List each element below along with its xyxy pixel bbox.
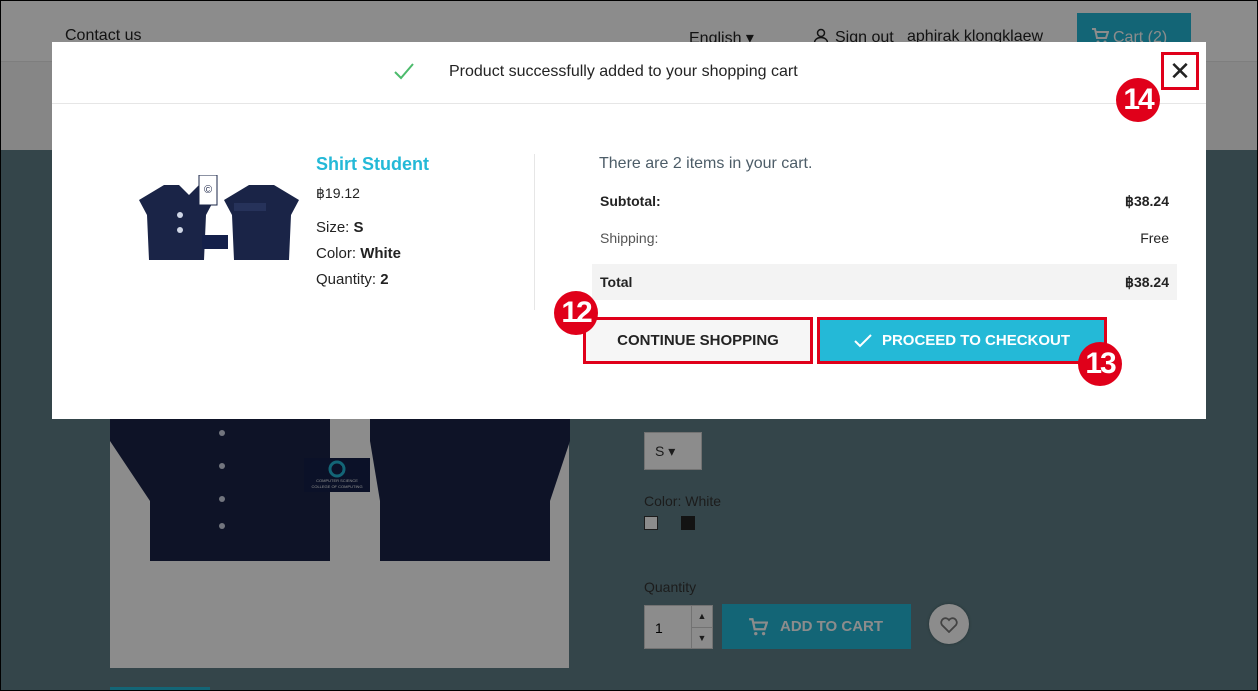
subtotal-label: Subtotal: (600, 193, 661, 209)
subtotal-row: Subtotal: ฿38.24 (592, 183, 1177, 219)
close-icon: ✕ (1169, 56, 1191, 86)
annotation-badge-13: 13 (1078, 342, 1122, 386)
product-size: Size: S (316, 219, 364, 236)
color-attr-value: White (360, 245, 402, 262)
cart-count-text: There are 2 items in your cart. (599, 155, 813, 172)
product-price: ฿19.12 (316, 185, 360, 201)
product-name-link[interactable]: Shirt Student (316, 154, 429, 175)
quantity-attr-label: Quantity: (316, 271, 377, 288)
continue-shopping-label: CONTINUE SHOPPING (617, 332, 779, 349)
shipping-label: Shipping: (600, 230, 659, 246)
proceed-to-checkout-button[interactable]: PROCEED TO CHECKOUT (817, 317, 1107, 364)
size-attr-label: Size: (316, 219, 350, 236)
total-row: Total ฿38.24 (592, 264, 1177, 300)
size-attr-value: S (353, 219, 364, 236)
svg-text:©: © (204, 184, 212, 196)
modal-header: Product successfully added to your shopp… (52, 42, 1206, 104)
total-value: ฿38.24 (1125, 274, 1169, 290)
checkout-label: PROCEED TO CHECKOUT (881, 332, 1071, 349)
annotation-badge-14: 14 (1116, 78, 1160, 122)
color-attr-label: Color: (316, 245, 357, 262)
annotation-badge-12: 12 (554, 291, 598, 335)
checkout-inner: PROCEED TO CHECKOUT (820, 320, 1104, 361)
modal-divider (534, 154, 535, 310)
check-white-icon (854, 334, 872, 348)
modal-title: Product successfully added to your shopp… (449, 63, 798, 80)
check-icon (394, 63, 414, 80)
product-thumbnail: © (139, 175, 299, 260)
shipping-row: Shipping: Free (592, 220, 1177, 256)
page-frame: Contact us English ▾ Sign out aphirak kl… (0, 0, 1258, 691)
quantity-attr-value: 2 (380, 271, 389, 288)
subtotal-value: ฿38.24 (1125, 193, 1169, 209)
close-button[interactable]: ✕ (1161, 52, 1199, 90)
shipping-value: Free (1140, 230, 1169, 246)
total-label: Total (600, 274, 633, 290)
add-to-cart-modal: Product successfully added to your shopp… (52, 42, 1206, 419)
continue-shopping-button[interactable]: CONTINUE SHOPPING (583, 317, 813, 364)
product-color: Color: White (316, 245, 401, 262)
product-quantity: Quantity: 2 (316, 271, 389, 288)
